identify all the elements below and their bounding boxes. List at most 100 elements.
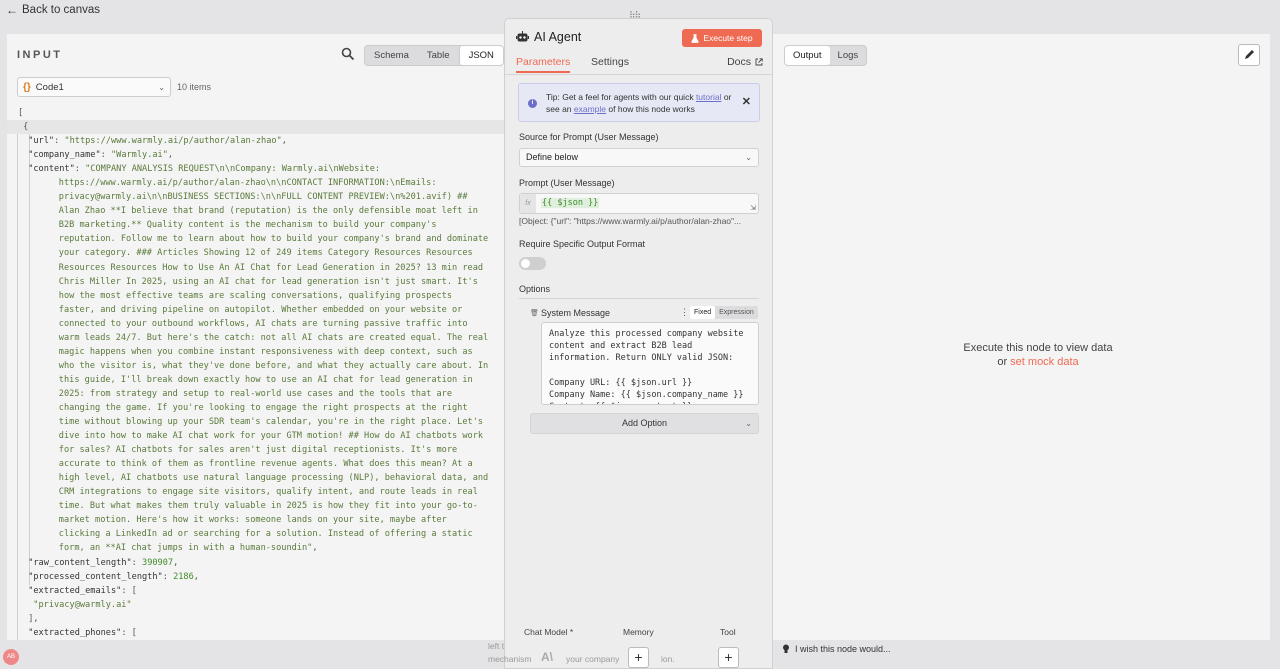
json-punct: , [173, 557, 179, 568]
json-line: form, an **AI chat jumps in with a human… [7, 541, 505, 555]
json-string: "Warmly.ai" [110, 150, 168, 161]
mode-expression[interactable]: Expression [715, 306, 758, 319]
edit-output-button[interactable] [1238, 44, 1260, 66]
json-line: Alan Zhao **I believe that brand (reputa… [7, 204, 505, 218]
json-line: connected to your outbound workflows, AI… [7, 317, 505, 331]
json-string: dive into how to make AI chat work for y… [58, 431, 484, 442]
json-string: Alan Zhao **I believe that brand (reputa… [58, 206, 478, 217]
json-line: clicking a LinkedIn ad or searching for … [7, 527, 505, 541]
add-option-label: Add Option [621, 418, 668, 428]
json-string: B2B marketing.** Quality content is the … [58, 220, 437, 231]
json-string: form, an **AI chat jumps in with a human… [58, 543, 313, 554]
close-icon[interactable]: ✕ [742, 95, 751, 108]
json-string: "COMPANY ANALYSIS REQUEST\n\nCompany: Wa… [85, 164, 381, 175]
json-line: privacy@warmly.ai\n\nBUSINESS SECTIONS:\… [7, 190, 505, 204]
json-line: Resources Resources How to Use An AI Cha… [7, 261, 505, 275]
json-punct: : [ [121, 585, 137, 596]
robot-icon [516, 31, 529, 42]
avatar[interactable]: AB [3, 649, 19, 665]
view-mode-schema[interactable]: Schema [365, 46, 418, 65]
json-viewer[interactable]: [{"url": "https://www.warmly.ai/p/author… [7, 106, 505, 640]
json-punct: , [281, 136, 287, 147]
info-icon: i [528, 99, 537, 108]
source-select[interactable]: Define below ⌄ [519, 148, 759, 167]
json-line: reputation. Follow me to learn about how… [7, 232, 505, 246]
expand-icon[interactable]: ⇲ [750, 204, 756, 212]
system-message-label: System Message [541, 308, 611, 318]
docs-link[interactable]: Docs [727, 56, 763, 68]
json-string: time without blowing up your SDR team's … [58, 417, 484, 428]
json-line: your category. ### Articles Showing 12 o… [7, 246, 505, 260]
json-string: reputation. Follow me to learn about how… [58, 234, 489, 245]
json-punct: , [312, 543, 318, 554]
example-link[interactable]: example [574, 104, 606, 114]
execute-step-button[interactable]: Execute step [682, 29, 762, 47]
json-line: "raw_content_length": 390907, [7, 556, 505, 570]
json-punct: : [100, 150, 111, 161]
json-string: warm leads 24/7. But here's the catch: n… [58, 332, 489, 343]
add-memory-button[interactable]: + [628, 647, 649, 668]
chevron-down-icon: ⌄ [158, 82, 165, 92]
tab-logs[interactable]: Logs [830, 46, 867, 65]
external-link-icon [755, 58, 763, 66]
input-node-select[interactable]: {} Code1 ⌄ [17, 77, 171, 97]
json-string: changing the game. If you're looking to … [58, 402, 468, 413]
json-punct: : [74, 164, 86, 175]
json-string: privacy@warmly.ai\n\nBUSINESS SECTIONS:\… [58, 192, 468, 203]
prompt-label: Prompt (User Message) [519, 178, 615, 188]
view-mode-json[interactable]: JSON [458, 46, 503, 65]
json-key: "company_name" [28, 150, 101, 161]
json-string: clicking a LinkedIn ad or searching for … [58, 529, 473, 540]
json-string: faster, and driving pipeline on autopilo… [58, 304, 463, 315]
source-value: Define below [526, 152, 579, 162]
output-panel: Output Logs Execute this node to view da… [773, 34, 1270, 640]
canvas-background-text: left t [488, 641, 505, 651]
drag-handle-icon[interactable]: ⠷⠷ [629, 10, 649, 20]
json-key: "content" [28, 164, 75, 175]
json-line: time without blowing up your SDR team's … [7, 415, 505, 429]
output-format-toggle[interactable] [519, 257, 546, 270]
tab-parameters[interactable]: Parameters [516, 56, 571, 73]
add-option-button[interactable]: Add Option ⌄ [530, 413, 759, 434]
json-line: "extracted_emails": [ [7, 584, 505, 598]
system-message-textarea[interactable]: Analyze this processed company website c… [541, 322, 759, 405]
json-number: 390907 [142, 557, 174, 568]
json-line: "extracted_phones": [ [7, 626, 505, 640]
json-line: https://www.warmly.ai/p/author/alan-zhao… [7, 176, 505, 190]
json-number: 2186 [173, 571, 194, 582]
canvas-background-text: mechanism [488, 654, 532, 664]
chevron-down-icon: ⌄ [745, 153, 752, 162]
dots-vertical-icon[interactable]: ⋮ [680, 307, 689, 318]
json-punct: , [167, 150, 174, 161]
json-string: Resources Resources How to Use An AI Cha… [58, 262, 484, 273]
pencil-icon [1245, 50, 1254, 59]
canvas-background-text: your company [566, 654, 620, 664]
json-line: faster, and driving pipeline on autopilo… [7, 303, 505, 317]
mode-fixed[interactable]: Fixed [690, 306, 716, 319]
json-string: connected to your outbound workflows, AI… [58, 318, 468, 329]
execute-hint: Execute this node to view data [963, 342, 1113, 354]
input-node-name: Code1 [35, 81, 64, 93]
back-to-canvas-link[interactable]: ← Back to canvas [6, 3, 100, 17]
view-mode-table[interactable]: Table [418, 46, 459, 65]
trash-icon[interactable]: 🗑 [530, 309, 539, 317]
json-key: "extracted_emails" [28, 585, 122, 596]
json-line: for sales? AI chatbots for sales aren't … [7, 443, 505, 457]
connector-tool-label: Tool [720, 627, 736, 637]
connector-memory-label: Memory [623, 627, 654, 637]
lightbulb-icon [783, 644, 789, 653]
set-mock-data-link[interactable]: set mock data [1010, 356, 1078, 368]
add-tool-button[interactable]: + [718, 647, 739, 668]
code-braces-icon: {} [23, 81, 31, 93]
prompt-expression-field[interactable]: fx {{ $json }} ⇲ [519, 193, 759, 214]
chevron-down-icon: ⌄ [745, 419, 752, 428]
flask-icon [691, 33, 700, 43]
json-punct: : [131, 557, 143, 568]
tab-settings[interactable]: Settings [591, 56, 629, 68]
tab-output[interactable]: Output [785, 46, 830, 65]
node-title: AI Agent [534, 30, 582, 44]
search-icon[interactable] [341, 47, 355, 61]
feedback-link[interactable]: I wish this node would... [782, 644, 891, 654]
tutorial-link[interactable]: tutorial [696, 92, 722, 102]
json-line: "content": "COMPANY ANALYSIS REQUEST\n\n… [7, 162, 505, 176]
